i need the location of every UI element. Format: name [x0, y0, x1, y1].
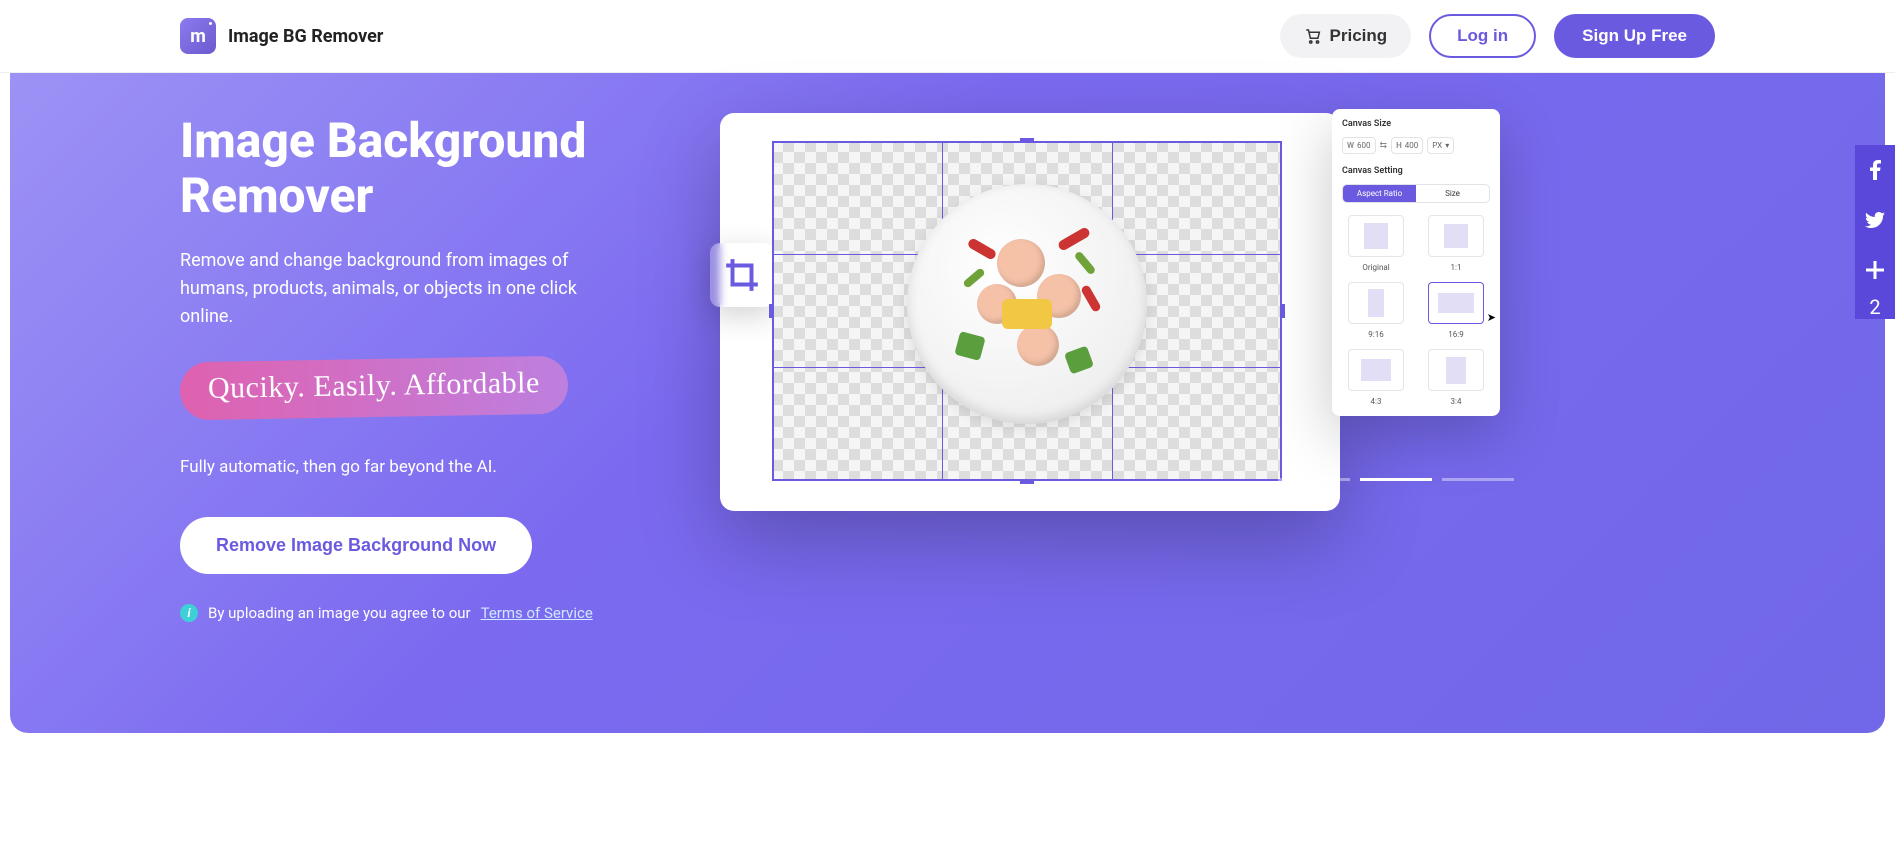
social-share-bar: 2: [1855, 145, 1895, 319]
facebook-share[interactable]: [1855, 145, 1895, 195]
resize-handle[interactable]: [1020, 479, 1034, 484]
info-icon: i: [180, 604, 198, 622]
tos-link[interactable]: Terms of Service: [481, 604, 593, 622]
carousel-dot[interactable]: [1360, 478, 1432, 481]
carousel-dot[interactable]: [1442, 478, 1514, 481]
hero-copy: Image Background Remover Remove and chan…: [180, 113, 660, 622]
hero-title: Image Background Remover: [180, 113, 660, 223]
header-actions: Pricing Log in Sign Up Free: [1280, 14, 1715, 58]
crop-tool-tab[interactable]: [710, 243, 774, 307]
resize-handle[interactable]: [1020, 138, 1034, 143]
brand-name: Image BG Remover: [228, 26, 383, 47]
ratio-16-9[interactable]: 16:9: [1422, 282, 1490, 339]
pricing-button[interactable]: Pricing: [1280, 14, 1412, 58]
canvas-settings-panel: Canvas Size W600 ⇆ H400 PX ▾ Canvas Sett…: [1332, 109, 1500, 416]
editor-frame: Canvas Size W600 ⇆ H400 PX ▾ Canvas Sett…: [720, 113, 1340, 511]
ratio-1-1[interactable]: 1:1: [1422, 215, 1490, 272]
more-share[interactable]: [1855, 245, 1895, 295]
carousel-dot[interactable]: [1278, 478, 1350, 481]
carousel-indicators: [1278, 478, 1514, 481]
twitter-share[interactable]: [1855, 195, 1895, 245]
hero-subtitle2: Fully automatic, then go far beyond the …: [180, 457, 660, 477]
login-button[interactable]: Log in: [1429, 14, 1536, 58]
ratio-9-16[interactable]: 9:16: [1342, 282, 1410, 339]
canvas-area[interactable]: [772, 141, 1282, 481]
hero-title-line1: Image Background: [180, 112, 586, 169]
hero-title-line2: Remover: [180, 167, 373, 224]
editor-mockup: Canvas Size W600 ⇆ H400 PX ▾ Canvas Sett…: [720, 113, 1715, 511]
ratio-3-4[interactable]: 3:4: [1422, 349, 1490, 406]
canvas-size-title: Canvas Size: [1342, 119, 1490, 129]
resize-handle[interactable]: [769, 304, 774, 318]
unit-select[interactable]: PX ▾: [1427, 137, 1454, 154]
cursor-icon: ➤: [1487, 311, 1496, 324]
cart-icon: [1304, 27, 1322, 45]
hero-section: Image Background Remover Remove and chan…: [10, 73, 1885, 733]
height-input[interactable]: H400: [1391, 137, 1423, 154]
signup-button[interactable]: Sign Up Free: [1554, 14, 1715, 58]
logo-icon: m: [180, 18, 216, 54]
tab-size[interactable]: Size: [1416, 185, 1489, 202]
canvas-size-row: W600 ⇆ H400 PX ▾: [1342, 137, 1490, 154]
crop-icon: [723, 256, 761, 294]
resize-handle[interactable]: [1280, 304, 1285, 318]
tab-aspect-ratio[interactable]: Aspect Ratio: [1343, 185, 1416, 202]
tos-row: i By uploading an image you agree to our…: [180, 604, 660, 622]
tos-prefix: By uploading an image you agree to our: [208, 604, 471, 622]
remove-bg-button[interactable]: Remove Image Background Now: [180, 517, 532, 574]
share-count: 2: [1855, 295, 1895, 319]
width-input[interactable]: W600: [1342, 137, 1376, 154]
brand-block: m Image BG Remover: [180, 18, 383, 54]
aspect-ratio-grid: Original 1:1 9:16 16:9 4:3 3:4: [1342, 215, 1490, 406]
setting-tab-switch: Aspect Ratio Size: [1342, 184, 1490, 203]
plus-icon: [1866, 261, 1884, 279]
tagline-brush: Quciky. Easily. Affordable: [180, 356, 569, 421]
main-header: m Image BG Remover Pricing Log in Sign U…: [0, 0, 1895, 73]
hero-subtitle: Remove and change background from images…: [180, 247, 620, 331]
facebook-icon: [1870, 160, 1881, 180]
ratio-original[interactable]: Original: [1342, 215, 1410, 272]
link-dimensions-icon[interactable]: ⇆: [1380, 137, 1388, 154]
sample-image: [907, 184, 1147, 424]
twitter-icon: [1865, 212, 1885, 228]
pricing-label: Pricing: [1330, 26, 1388, 46]
ratio-4-3[interactable]: 4:3: [1342, 349, 1410, 406]
canvas-setting-title: Canvas Setting: [1342, 166, 1490, 176]
